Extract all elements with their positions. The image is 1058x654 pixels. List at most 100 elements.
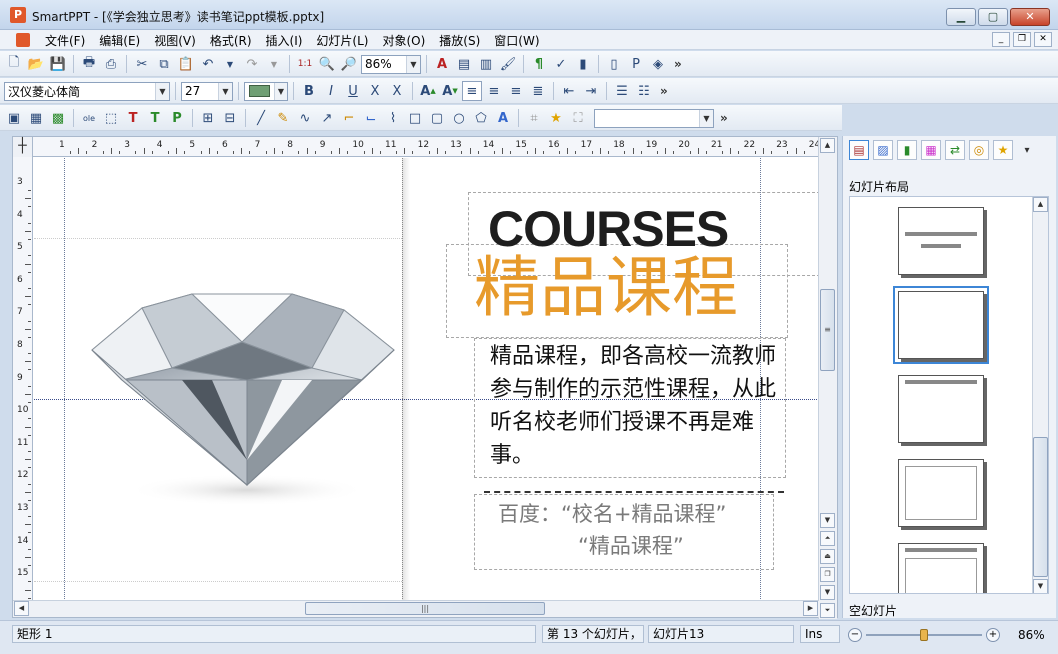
chevron-down-icon[interactable]: ▼ xyxy=(218,82,232,100)
slide-canvas[interactable]: COURSES 精品课程 精品课程，即各高校一流教师参与制作的示范性课程，从此听… xyxy=(34,158,819,601)
zoom-select[interactable]: 86% ▼ xyxy=(361,54,421,74)
document-icon[interactable] xyxy=(16,33,30,47)
curve-icon[interactable]: ∿ xyxy=(295,108,315,128)
vertical-scroll-thumb[interactable]: ≡ xyxy=(820,289,835,371)
zoom-to-fit-icon[interactable]: 🔍 xyxy=(317,54,337,74)
doc-close-button[interactable]: ✕ xyxy=(1034,32,1052,47)
transition-icon[interactable]: ⇄ xyxy=(945,140,965,160)
align-left-icon[interactable]: ≡ xyxy=(462,81,482,101)
format-painter-icon[interactable]: 🖌 xyxy=(498,54,518,74)
print-icon[interactable]: 🖶 xyxy=(79,54,99,74)
increase-indent-icon[interactable]: ⇥ xyxy=(581,81,601,101)
arrow-icon[interactable]: ↗ xyxy=(317,108,337,128)
shape-style-select[interactable]: ▼ xyxy=(594,108,714,128)
text-box-icon[interactable]: T xyxy=(123,108,143,128)
bullet-list-icon[interactable]: ☰ xyxy=(612,81,632,101)
text-frame-icon[interactable]: T xyxy=(145,108,165,128)
layout-title-content[interactable] xyxy=(898,543,984,593)
paragraph-mark-icon[interactable]: ¶ xyxy=(529,54,549,74)
theme-icon[interactable]: ▦ xyxy=(921,140,941,160)
layout-title-bar[interactable] xyxy=(898,375,984,443)
doc-restore-button[interactable]: ❐ xyxy=(1013,32,1031,47)
prev-slide-icon[interactable]: ⏏ xyxy=(820,549,835,564)
zoom-in-icon[interactable]: + xyxy=(986,628,1000,642)
redo-icon[interactable]: ↷ xyxy=(242,54,262,74)
elbow-connector-icon[interactable]: ⌙ xyxy=(361,108,381,128)
scroll-left-icon[interactable]: ◀ xyxy=(14,601,29,616)
pdf-export-icon[interactable]: ⎙ xyxy=(101,54,121,74)
notes-icon[interactable]: ▤ xyxy=(454,54,474,74)
menu-item-5[interactable]: 幻灯片(L) xyxy=(309,32,375,50)
layout-title-only[interactable] xyxy=(898,207,984,275)
layout-scroll-thumb[interactable] xyxy=(1033,437,1048,577)
divider-line[interactable] xyxy=(484,491,784,493)
insert-picture-icon[interactable]: ▩ xyxy=(48,108,68,128)
layout-list-scrollbar[interactable]: ▲ ▼ xyxy=(1032,197,1048,593)
ruler-origin-icon[interactable]: ┼ xyxy=(13,137,33,157)
word-art-icon[interactable]: A xyxy=(493,108,513,128)
vertical-scrollbar[interactable]: ▲ ≡ ▼ ⏶ ⏏ ❐ ▼ ⏷ xyxy=(818,137,837,619)
ellipse-icon[interactable]: ○ xyxy=(449,108,469,128)
slide-list-icon[interactable]: ❐ xyxy=(820,567,835,582)
paste-icon[interactable]: 📋 xyxy=(176,54,196,74)
numbered-list-icon[interactable]: ☷ xyxy=(634,81,654,101)
chevron-down-icon[interactable]: ▼ xyxy=(406,55,420,73)
text-color-icon[interactable]: A xyxy=(432,54,452,74)
horizontal-scroll-thumb[interactable]: ||| xyxy=(305,602,545,615)
layout-list[interactable]: ▲ ▼ xyxy=(849,196,1049,594)
animation-icon[interactable]: ◎ xyxy=(969,140,989,160)
menu-item-8[interactable]: 窗口(W) xyxy=(487,32,546,50)
scroll-down-icon[interactable]: ▼ xyxy=(1033,579,1048,593)
star-shape-icon[interactable]: ★ xyxy=(546,108,566,128)
menu-item-7[interactable]: 播放(S) xyxy=(432,32,487,50)
align-right-icon[interactable]: ≡ xyxy=(506,81,526,101)
status-insert-mode[interactable]: Ins xyxy=(800,625,840,643)
open-folder-icon[interactable]: 📂 xyxy=(26,54,46,74)
app-icon[interactable]: P xyxy=(10,7,26,23)
layout-tab-icon[interactable]: ▤ xyxy=(849,140,869,160)
menu-item-1[interactable]: 编辑(E) xyxy=(92,32,147,50)
cut-icon[interactable]: ✂ xyxy=(132,54,152,74)
diamond-image[interactable] xyxy=(82,280,402,520)
last-slide-icon[interactable]: ⏷ xyxy=(820,603,835,618)
grow-font-icon[interactable]: A ▲ xyxy=(418,81,438,101)
minimize-button[interactable]: ▁ xyxy=(946,8,976,26)
layers-icon[interactable]: ◈ xyxy=(648,54,668,74)
ungroup-icon[interactable]: ⊟ xyxy=(220,108,240,128)
actual-size-icon[interactable]: 1:1 xyxy=(295,54,315,74)
italic-icon[interactable]: I xyxy=(321,81,341,101)
shapes-icon[interactable]: ⬠ xyxy=(471,108,491,128)
underline-icon[interactable]: U xyxy=(343,81,363,101)
next-slide-icon[interactable]: ▼ xyxy=(820,585,835,600)
baidu-search-hint-2[interactable]: “精品课程” xyxy=(578,530,684,562)
baidu-search-hint[interactable]: 百度：“校名+精品课程” xyxy=(498,498,726,530)
slide-heading-cn[interactable]: 精品课程 xyxy=(474,248,738,328)
justify-icon[interactable]: ≣ xyxy=(528,81,548,101)
effect-icon[interactable]: ⛶ xyxy=(568,108,588,128)
spell-check-icon[interactable]: ✓ xyxy=(551,54,571,74)
font-size-select[interactable]: 27 ▼ xyxy=(181,81,233,101)
maximize-button[interactable]: ▢ xyxy=(978,8,1008,26)
line-icon[interactable]: ╱ xyxy=(251,108,271,128)
toolbar-overflow-icon[interactable]: » xyxy=(674,57,682,71)
strikethrough-icon[interactable]: X xyxy=(365,81,385,101)
undo-dropdown-icon[interactable]: ▼ xyxy=(220,54,240,74)
menu-item-3[interactable]: 格式(R) xyxy=(203,32,259,50)
scroll-up-icon[interactable]: ▲ xyxy=(1033,197,1048,212)
decrease-indent-icon[interactable]: ⇤ xyxy=(559,81,579,101)
page-view-icon[interactable]: P xyxy=(626,54,646,74)
redo-dropdown-icon[interactable]: ▼ xyxy=(264,54,284,74)
align-center-icon[interactable]: ≡ xyxy=(484,81,504,101)
copy-icon[interactable]: ⧉ xyxy=(154,54,174,74)
save-icon[interactable]: 💾 xyxy=(48,54,68,74)
slide-view-icon[interactable]: ▯ xyxy=(604,54,624,74)
rectangle-icon[interactable]: □ xyxy=(405,108,425,128)
zoom-slider[interactable] xyxy=(866,629,982,641)
chevron-down-icon[interactable]: ▼ xyxy=(273,82,287,100)
scroll-right-icon[interactable]: ▶ xyxy=(803,601,818,616)
polyline-icon[interactable]: ⌇ xyxy=(383,108,403,128)
toolbar-overflow-icon[interactable]: » xyxy=(660,84,668,98)
doc-minimize-button[interactable]: _ xyxy=(992,32,1010,47)
close-button[interactable]: ✕ xyxy=(1010,8,1050,26)
zoom-slider-knob[interactable] xyxy=(920,629,928,641)
